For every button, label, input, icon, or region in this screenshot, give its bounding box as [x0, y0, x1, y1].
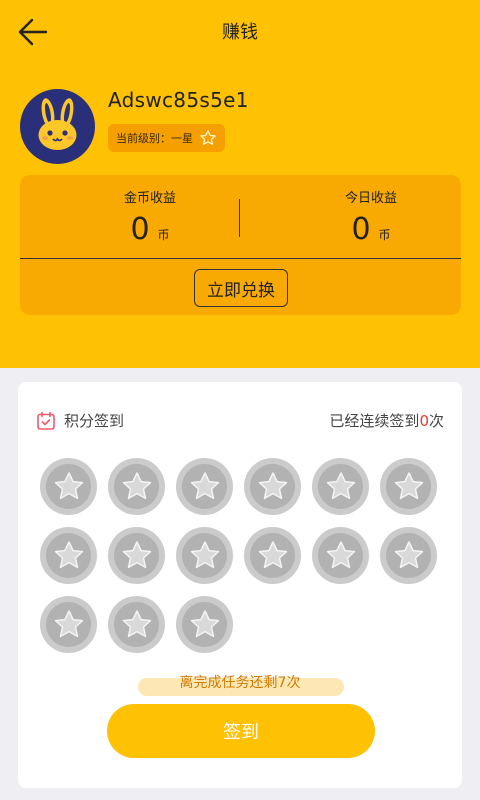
checkin-button[interactable]: 签到: [107, 704, 375, 758]
star-outline-icon: [200, 130, 216, 145]
checkin-coin: [312, 458, 369, 515]
coin-face: [250, 464, 295, 509]
checkin-coin: [176, 596, 233, 653]
level-badge: 当前级别：一星: [108, 124, 225, 152]
checkin-coin: [244, 458, 301, 515]
level-label: 当前级别：一星: [116, 132, 193, 145]
avatar[interactable]: [20, 89, 95, 164]
bunny-avatar-icon: [38, 98, 77, 150]
star-icon: [258, 471, 287, 499]
checkin-coin: [380, 458, 437, 515]
streak-count: 0: [419, 412, 429, 430]
checkin-panel: 积分签到 已经连续签到0次 离完成任务还剩7次 签到: [18, 382, 462, 788]
star-icon: [394, 471, 423, 499]
card-divider: [20, 258, 461, 259]
star-icon: [258, 540, 287, 568]
coin-face: [250, 533, 295, 578]
today-earnings-label: 今日收益: [344, 191, 397, 206]
star-icon: [122, 540, 151, 568]
coin-earnings-unit: 币: [157, 228, 170, 242]
checkin-coin: [108, 596, 165, 653]
coin-face: [46, 464, 91, 509]
checkin-coin: [380, 527, 437, 584]
coin-face: [182, 464, 227, 509]
coin-face: [46, 533, 91, 578]
coin-face: [114, 602, 159, 647]
checkin-coin: [108, 458, 165, 515]
star-icon: [190, 609, 219, 637]
coin-face: [46, 602, 91, 647]
streak-suffix: 次: [428, 412, 444, 430]
calendar-check-icon: [37, 411, 55, 430]
coin-earnings-label: 金币收益: [123, 191, 176, 206]
star-icon: [190, 471, 219, 499]
today-earnings-unit: 币: [378, 228, 391, 242]
checkin-coin: [176, 527, 233, 584]
header-area: 赚钱 Adswc85s5e1 当前级别：一星 金币收益 0币 今日收益 0 币 …: [0, 0, 480, 368]
coin-face: [182, 602, 227, 647]
star-icon: [190, 540, 219, 568]
checkin-coins: [40, 458, 450, 665]
star-icon: [54, 540, 83, 568]
coin-earnings-value: 0: [130, 212, 150, 247]
today-earnings: 今日收益 0币: [271, 187, 471, 247]
today-earnings-value: 0: [351, 212, 371, 247]
star-icon: [122, 609, 151, 637]
checkin-coin: [312, 527, 369, 584]
checkin-coin: [40, 527, 97, 584]
username: Adswc85s5e1: [108, 88, 249, 112]
coin-face: [114, 464, 159, 509]
page-title: 赚钱: [222, 22, 258, 43]
checkin-header: 积分签到: [36, 410, 124, 431]
checkin-coin: [176, 458, 233, 515]
checkin-coin: [40, 458, 97, 515]
checkin-coin: [244, 527, 301, 584]
streak-text: 已经连续签到0次: [329, 410, 444, 431]
star-icon: [394, 540, 423, 568]
coin-face: [318, 533, 363, 578]
exchange-button[interactable]: 立即兑换: [194, 269, 288, 307]
coin-face: [182, 533, 227, 578]
coin-face: [386, 533, 431, 578]
coin-face: [114, 533, 159, 578]
star-icon: [54, 609, 83, 637]
checkin-coin: [108, 527, 165, 584]
remaining-text: 离完成任务还剩7次: [179, 675, 301, 691]
star-icon: [54, 471, 83, 499]
coin-earnings: 金币收益 0币: [50, 187, 250, 247]
star-icon: [122, 471, 151, 499]
coin-face: [386, 464, 431, 509]
checkin-title: 积分签到: [64, 412, 125, 430]
star-icon: [326, 471, 355, 499]
stat-divider: [239, 199, 240, 237]
star-icon: [326, 540, 355, 568]
checkin-coin: [40, 596, 97, 653]
earnings-card: 金币收益 0币 今日收益 0币 立即兑换: [20, 175, 461, 315]
streak-prefix: 已经连续签到: [329, 412, 420, 430]
coin-face: [318, 464, 363, 509]
